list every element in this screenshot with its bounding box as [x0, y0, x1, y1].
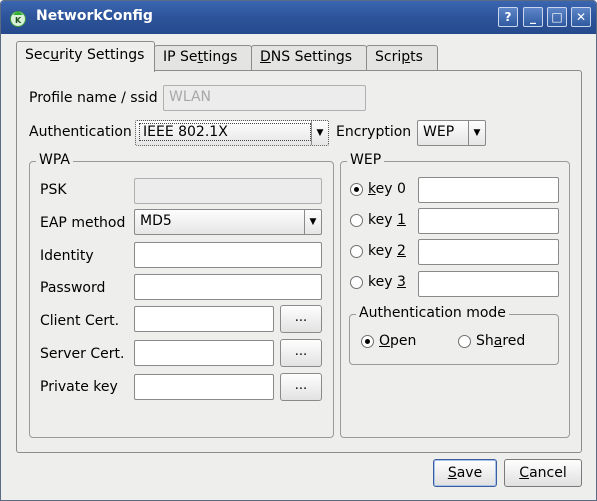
password-field[interactable] — [134, 274, 322, 300]
tab-label-post: rity Settings — [59, 47, 145, 63]
label-pre: key — [368, 212, 397, 228]
tab-label-mnemonic: p — [401, 49, 411, 65]
label-mnemonic: 1 — [396, 212, 406, 228]
cancel-button[interactable]: Cancel — [504, 459, 582, 487]
svg-text:K: K — [15, 16, 22, 25]
encryption-label: Encryption — [336, 124, 412, 140]
label-mnemonic: 2 — [396, 243, 406, 259]
key-2-radio[interactable] — [350, 245, 363, 258]
label-mnemonic: S — [447, 465, 457, 481]
server-cert-label: Server Cert. — [40, 346, 125, 362]
chevron-down-icon: ▼ — [311, 121, 328, 145]
label-mnemonic: C — [519, 465, 530, 481]
key-3-radio[interactable] — [350, 276, 363, 289]
label-mnemonic: O — [379, 333, 391, 349]
shared-label[interactable]: Shared — [476, 333, 525, 349]
open-radio[interactable] — [361, 335, 374, 348]
label-post: ave — [456, 465, 483, 481]
key-1-radio[interactable] — [350, 214, 363, 227]
key-3-field[interactable] — [418, 271, 559, 297]
tab-label-pre: Sec — [25, 47, 51, 63]
key-2-label[interactable]: key 2 — [368, 243, 406, 259]
identity-label: Identity — [40, 248, 94, 264]
psk-label: PSK — [40, 182, 67, 198]
client-cert-field[interactable] — [134, 306, 274, 332]
private-key-field[interactable] — [134, 374, 274, 400]
label-post: red — [502, 333, 526, 349]
label-post: pen — [390, 333, 417, 349]
close-button[interactable]: ✕ — [571, 7, 591, 27]
tab-label-post: NS Settings — [270, 49, 353, 65]
encryption-select[interactable]: WEP ▼ — [417, 120, 486, 146]
key-1-field[interactable] — [418, 208, 559, 234]
client-cert-browse-button[interactable]: ... — [280, 305, 322, 333]
private-key-label: Private key — [40, 379, 118, 395]
key-0-field[interactable] — [418, 177, 559, 203]
wep-group-title: WEP — [347, 152, 385, 168]
label-post: ancel — [529, 465, 567, 481]
auth-mode-title: Authentication mode — [356, 305, 509, 321]
title-bar[interactable]: K NetworkConfig ? _ □ ✕ — [1, 1, 596, 34]
tab-scripts[interactable]: Scripts — [366, 45, 438, 71]
tab-ip-settings[interactable]: IP Settings — [154, 45, 252, 71]
eap-method-select[interactable]: MD5 ▼ — [134, 209, 322, 235]
key-2-field[interactable] — [418, 239, 559, 265]
tab-label-pre: IP Se — [163, 49, 198, 65]
window-title: NetworkConfig — [36, 8, 153, 24]
eap-method-value: MD5 — [140, 213, 172, 229]
minimize-button[interactable]: _ — [523, 7, 543, 27]
server-cert-field[interactable] — [134, 340, 274, 366]
app-logo-icon: K — [10, 11, 26, 27]
tab-label-post: ts — [410, 49, 423, 65]
open-label[interactable]: Open — [379, 333, 416, 349]
label-mnemonic: k — [368, 181, 376, 197]
eap-method-label: EAP method — [40, 215, 126, 231]
profile-name-label: Profile name / ssid — [29, 90, 158, 106]
chevron-down-icon: ▼ — [304, 210, 321, 234]
save-button[interactable]: Save — [433, 459, 497, 487]
psk-field[interactable] — [134, 178, 322, 204]
tab-security-settings[interactable]: Security Settings — [16, 41, 155, 72]
maximize-button[interactable]: □ — [547, 7, 567, 27]
tab-label-mnemonic: u — [50, 47, 60, 63]
label-pre: key — [368, 243, 397, 259]
label-pre: Sh — [476, 333, 494, 349]
tab-label-pre: Scri — [375, 49, 402, 65]
label-mnemonic: 3 — [396, 274, 406, 290]
server-cert-browse-button[interactable]: ... — [280, 339, 322, 367]
key-0-radio[interactable] — [350, 183, 363, 196]
authentication-label: Authentication — [29, 124, 132, 140]
tab-label-post: tings — [203, 49, 238, 65]
authentication-value: IEEE 802.1X — [139, 123, 311, 141]
encryption-value: WEP — [423, 124, 455, 140]
client-cert-label: Client Cert. — [40, 313, 120, 329]
profile-name-field[interactable]: WLAN — [163, 85, 366, 111]
tab-dns-settings[interactable]: DNS Settings — [251, 45, 367, 71]
key-3-label[interactable]: key 3 — [368, 274, 406, 290]
label-post: ey 0 — [375, 181, 406, 197]
key-0-label[interactable]: key 0 — [368, 181, 406, 197]
password-label: Password — [40, 280, 106, 296]
label-pre: key — [368, 274, 397, 290]
authentication-select[interactable]: IEEE 802.1X ▼ — [135, 120, 329, 146]
chevron-down-icon: ▼ — [468, 121, 485, 145]
shared-radio[interactable] — [458, 335, 471, 348]
key-1-label[interactable]: key 1 — [368, 212, 406, 228]
help-button[interactable]: ? — [498, 7, 518, 27]
wpa-group-title: WPA — [36, 152, 73, 168]
private-key-browse-button[interactable]: ... — [280, 373, 322, 401]
identity-field[interactable] — [134, 242, 322, 268]
tab-label-mnemonic: D — [260, 49, 271, 65]
network-config-window: K NetworkConfig ? _ □ ✕ Security Setting… — [0, 0, 597, 501]
